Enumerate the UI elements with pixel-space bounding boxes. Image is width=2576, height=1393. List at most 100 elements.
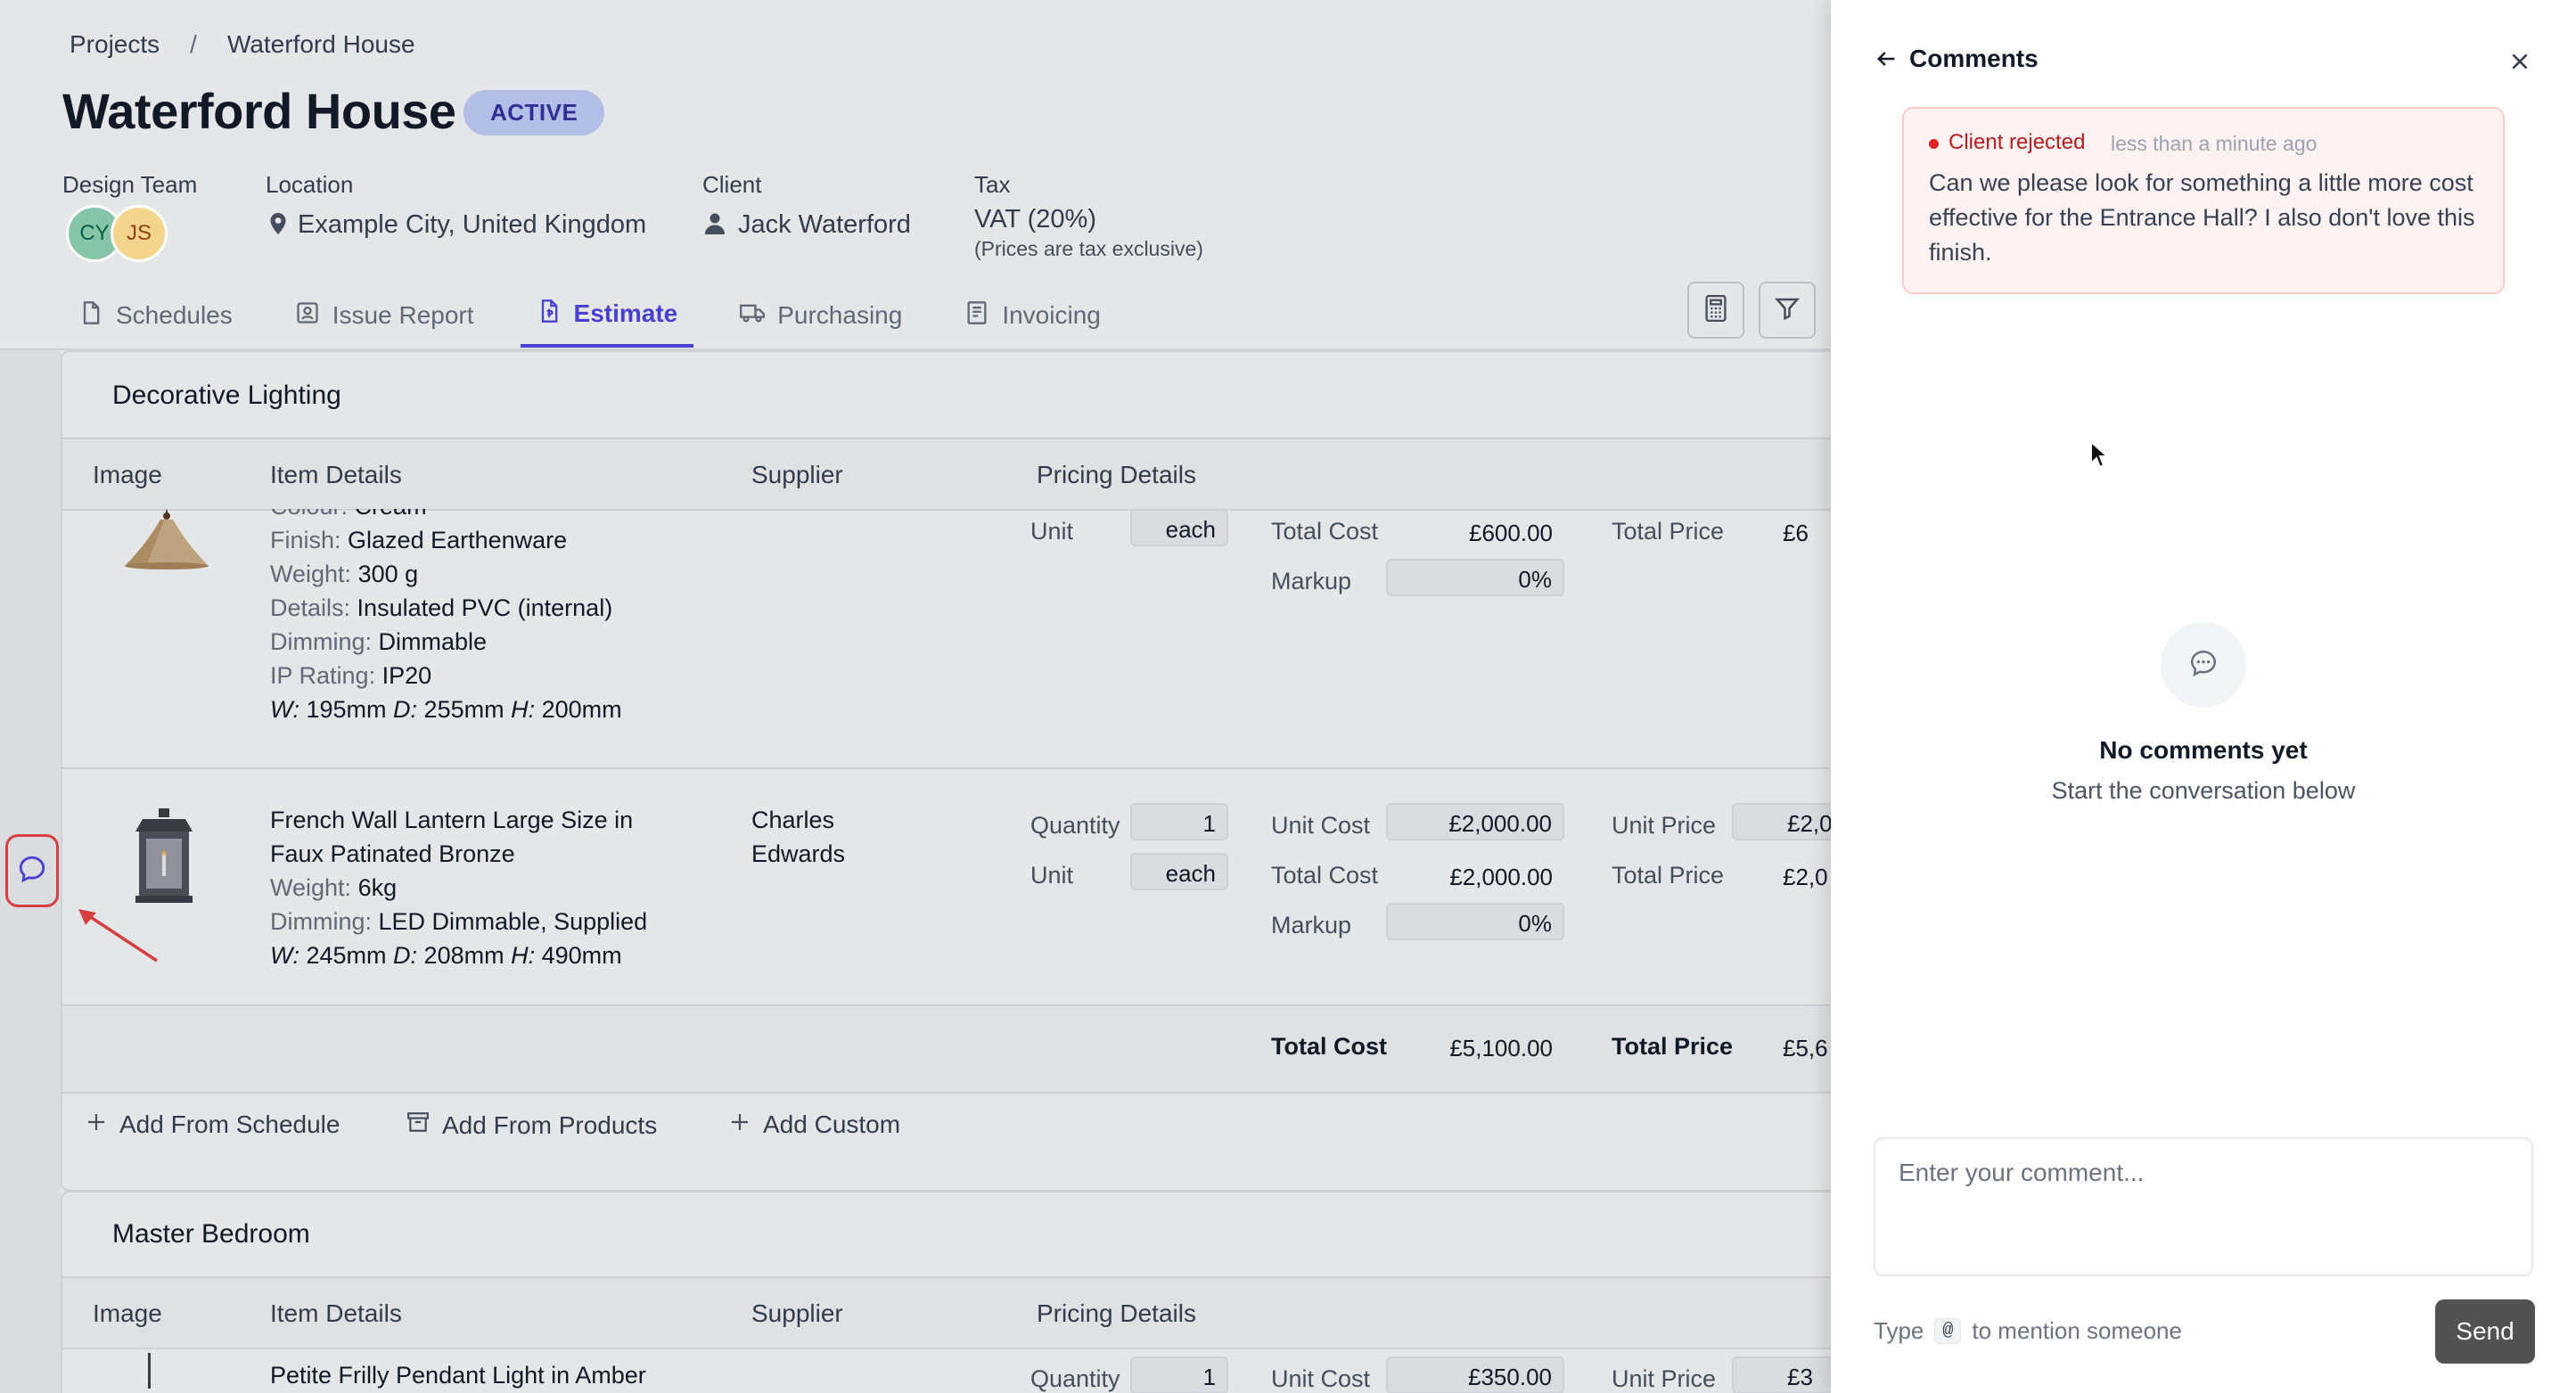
breadcrumb: Projects / Waterford House bbox=[70, 30, 415, 59]
tab-bar: Schedules Issue Report Estimate Purchasi… bbox=[62, 283, 1147, 349]
tab-purchasing[interactable]: Purchasing bbox=[724, 283, 918, 348]
add-from-products-button[interactable]: Add From Products bbox=[406, 1110, 657, 1140]
table-header: Image Item Details Supplier Pricing Deta… bbox=[62, 438, 1831, 511]
status-badge: ACTIVE bbox=[464, 90, 605, 135]
unit-select[interactable]: each bbox=[1130, 853, 1228, 890]
column-header-item-details: Item Details bbox=[270, 1299, 402, 1327]
quantity-input[interactable]: 1 bbox=[1130, 803, 1228, 840]
unit-cost-label: Unit Cost bbox=[1271, 1365, 1371, 1392]
unit-cost-label: Unit Cost bbox=[1271, 812, 1371, 839]
total-price-value: £6 bbox=[1783, 520, 1809, 546]
hint-prefix: Type bbox=[1874, 1317, 1924, 1344]
empty-state-subtitle: Start the conversation below bbox=[2051, 777, 2356, 804]
tab-label: Issue Report bbox=[332, 301, 474, 329]
unit-select[interactable]: each bbox=[1130, 509, 1228, 546]
unit-cost-input[interactable]: £2,000.00 bbox=[1386, 803, 1564, 840]
unit-price-label: Unit Price bbox=[1612, 812, 1717, 839]
section-total-cost-label: Total Cost bbox=[1271, 1033, 1387, 1060]
column-header-pricing: Pricing Details bbox=[1037, 1299, 1196, 1327]
comment-input[interactable] bbox=[1874, 1137, 2533, 1276]
breadcrumb-separator: / bbox=[190, 30, 197, 58]
panel-title: Comments bbox=[1909, 45, 2039, 72]
column-header-item-details: Item Details bbox=[270, 461, 402, 488]
pendant-shade-image bbox=[119, 509, 214, 576]
estimate-section: Decorative Lighting Image Item Details S… bbox=[61, 350, 1831, 1192]
table-row[interactable]: Petite Frilly Pendant Light in Amber Qua… bbox=[62, 1348, 1831, 1393]
table-body: Colour: Cream Finish: Glazed Earthenware… bbox=[62, 509, 1831, 1111]
quantity-label: Quantity bbox=[1030, 1365, 1120, 1392]
column-header-image: Image bbox=[93, 1299, 162, 1327]
markup-input[interactable]: 0% bbox=[1386, 559, 1564, 596]
markup-input[interactable]: 0% bbox=[1386, 903, 1564, 940]
tax-label: Tax bbox=[974, 171, 1011, 198]
total-price-label: Total Price bbox=[1612, 518, 1725, 545]
tab-invoicing[interactable]: Invoicing bbox=[948, 283, 1117, 348]
back-arrow-icon[interactable] bbox=[1874, 46, 1899, 76]
markup-label: Markup bbox=[1271, 568, 1352, 594]
send-button[interactable]: Send bbox=[2435, 1299, 2535, 1364]
tax-value: VAT (20%) bbox=[974, 205, 1096, 234]
breadcrumb-current[interactable]: Waterford House bbox=[227, 30, 415, 59]
client-label: Client bbox=[702, 171, 762, 198]
estimate-page: Projects / Waterford House Waterford Hou… bbox=[0, 0, 1831, 1393]
filter-button[interactable] bbox=[1759, 282, 1816, 339]
comment-card[interactable]: Client rejected less than a minute ago C… bbox=[1902, 107, 2505, 294]
breadcrumb-projects-link[interactable]: Projects bbox=[70, 30, 160, 59]
section-title: Master Bedroom bbox=[112, 1219, 310, 1249]
filter-icon bbox=[1774, 295, 1801, 326]
estimate-icon bbox=[537, 299, 562, 330]
item-name[interactable]: Petite Frilly Pendant Light in Amber bbox=[270, 1358, 646, 1392]
supplier-name: Charles Edwards bbox=[751, 807, 846, 867]
column-header-supplier: Supplier bbox=[751, 1299, 843, 1327]
unit-price-input[interactable]: £3 bbox=[1732, 1356, 1831, 1393]
column-header-supplier: Supplier bbox=[751, 461, 843, 488]
comment-button[interactable] bbox=[5, 834, 59, 907]
user-icon bbox=[704, 212, 726, 240]
calculator-icon bbox=[1703, 294, 1728, 326]
calculator-button[interactable] bbox=[1687, 282, 1744, 339]
quantity-input[interactable]: 1 bbox=[1130, 1356, 1228, 1393]
comment-status: Client rejected bbox=[1948, 130, 2086, 154]
location-label: Location bbox=[266, 171, 354, 198]
comment-timestamp: less than a minute ago bbox=[2111, 132, 2318, 155]
close-icon[interactable] bbox=[2508, 50, 2531, 78]
mention-hint: Type @ to mention someone bbox=[1874, 1317, 2182, 1345]
tab-estimate[interactable]: Estimate bbox=[520, 283, 694, 348]
add-from-schedule-button[interactable]: Add From Schedule bbox=[86, 1110, 340, 1139]
empty-state-icon-wrapper bbox=[2161, 622, 2246, 708]
tab-schedules[interactable]: Schedules bbox=[62, 283, 249, 348]
total-price-label: Total Price bbox=[1612, 862, 1725, 889]
tab-label: Purchasing bbox=[777, 301, 903, 329]
item-name[interactable]: French Wall Lantern Large Size in bbox=[270, 803, 647, 837]
hint-suffix: to mention someone bbox=[1972, 1317, 2182, 1344]
total-cost-label: Total Cost bbox=[1271, 518, 1379, 545]
mention-key: @ bbox=[1934, 1318, 1962, 1344]
mouse-cursor-icon bbox=[2089, 439, 2111, 475]
avatar[interactable]: JS bbox=[111, 205, 168, 262]
tax-note: (Prices are tax exclusive) bbox=[974, 237, 1203, 260]
comment-icon bbox=[17, 854, 47, 889]
section-total-price: £5,6 bbox=[1783, 1035, 1828, 1061]
quantity-label: Quantity bbox=[1030, 812, 1120, 839]
comments-panel: Comments Client rejected less than a min… bbox=[1831, 0, 2576, 1393]
unit-label: Unit bbox=[1030, 518, 1074, 545]
tab-issue-report[interactable]: Issue Report bbox=[279, 283, 490, 348]
truck-icon bbox=[740, 300, 766, 332]
map-pin-icon bbox=[267, 212, 289, 240]
invoice-icon bbox=[964, 300, 989, 332]
unit-cost-input[interactable]: £350.00 bbox=[1386, 1356, 1564, 1393]
wall-lantern-image bbox=[123, 807, 205, 911]
page-title: Waterford House bbox=[62, 83, 456, 139]
estimate-section: Master Bedroom Image Item Details Suppli… bbox=[61, 1191, 1831, 1393]
unit-label: Unit bbox=[1030, 862, 1074, 889]
column-header-pricing: Pricing Details bbox=[1037, 461, 1196, 488]
client-value: Jack Waterford bbox=[738, 210, 911, 239]
annotation-arrow-icon bbox=[75, 907, 160, 969]
document-icon bbox=[78, 300, 103, 332]
add-custom-button[interactable]: Add Custom bbox=[729, 1110, 900, 1139]
pendant-cord-image bbox=[148, 1353, 151, 1389]
table-header: Image Item Details Supplier Pricing Deta… bbox=[62, 1276, 1831, 1349]
unit-price-input[interactable]: £2,0 bbox=[1732, 803, 1831, 840]
chat-bubble-icon bbox=[2188, 648, 2219, 683]
total-cost-label: Total Cost bbox=[1271, 862, 1379, 889]
